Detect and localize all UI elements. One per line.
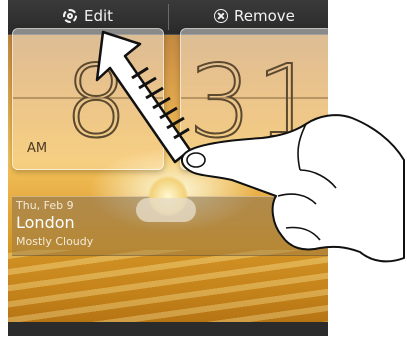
bottom-bar [8,322,328,336]
edit-label: Edit [84,7,114,25]
weather-date: Thu, Feb 9 [16,199,74,212]
cloud-shape [136,198,196,222]
clock-minute: 31 [187,43,324,160]
gear-icon [62,8,78,24]
home-screen: Edit Remove 8 AM 31 Thu, Feb 9 London Mo… [8,0,328,336]
close-circle-icon [214,9,228,23]
edit-button[interactable]: Edit [62,7,113,25]
remove-button[interactable]: Remove [214,7,295,25]
clock-hour-tile[interactable]: 8 AM [12,28,164,170]
clock-minute-tile[interactable]: 31 [180,28,328,170]
weather-city: London [16,213,75,232]
remove-label: Remove [234,7,295,25]
weather-condition: Mostly Cloudy [16,235,94,248]
weather-temperature: 3° / [302,233,325,247]
clock-hour: 8 [63,43,132,160]
sun-cloud-icon [136,176,206,226]
action-divider [168,4,169,30]
clock-ampm: AM [27,141,48,156]
